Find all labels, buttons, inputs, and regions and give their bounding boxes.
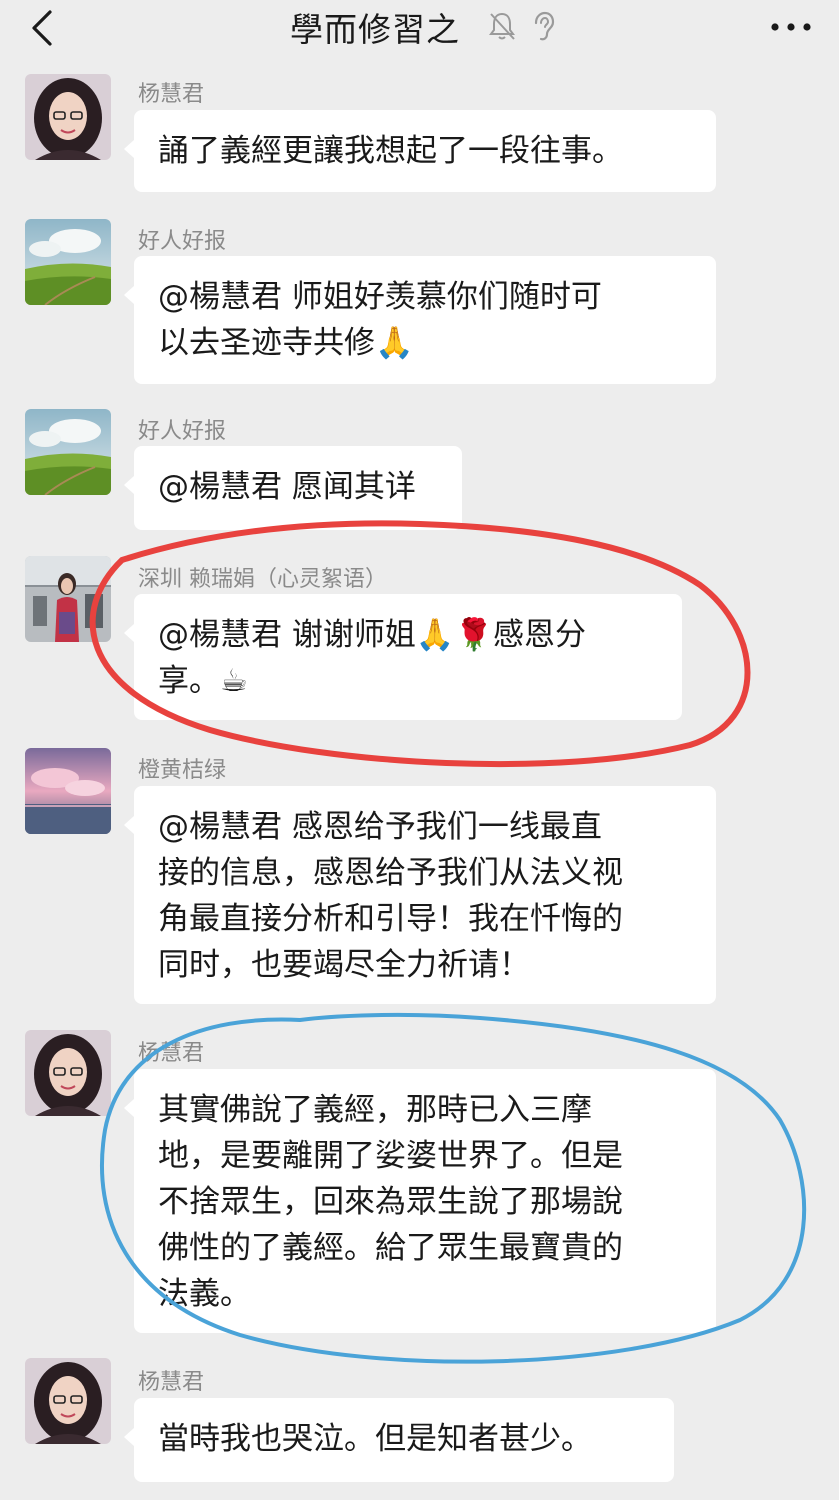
message-text: 其實佛說了義經，那時已入三摩 [158, 1092, 592, 1128]
sender-avatar[interactable] [25, 219, 111, 305]
ear-icon [528, 10, 558, 42]
sender-avatar[interactable] [25, 1358, 111, 1444]
sender-name: 深圳 赖瑞娟（心灵絮语） [138, 567, 387, 592]
sender-avatar[interactable] [25, 74, 111, 160]
message-text: @楊慧君 愿闻其详 [158, 469, 416, 505]
sender-name: 杨慧君 [138, 1370, 205, 1395]
bell-off-icon [487, 10, 517, 42]
more-options-button[interactable] [768, 14, 814, 40]
message-bubble[interactable]: @楊慧君 愿闻其详 [124, 446, 462, 530]
sender-name: 杨慧君 [138, 1041, 205, 1066]
woman-glasses-avatar [25, 74, 111, 160]
message-text: 誦了義經更讓我想起了一段往事。 [158, 133, 623, 169]
message-bubble[interactable]: @楊慧君 师姐好羡慕你们随时可 以去圣迹寺共修🙏 [124, 256, 716, 384]
sender-avatar[interactable] [25, 556, 111, 642]
sender-avatar[interactable] [25, 409, 111, 495]
message-text: 同时，也要竭尽全力祈请！ [158, 947, 530, 983]
message-bubble[interactable]: 其實佛說了義經，那時已入三摩 地，是要離開了娑婆世界了。但是 不捨眾生，回來為眾… [124, 1069, 716, 1333]
message-text: 以去圣迹寺共修🙏 [158, 325, 414, 361]
chevron-left-icon [32, 10, 52, 46]
woman-glasses-avatar [25, 1030, 111, 1116]
message-text: 享。☕ [158, 663, 248, 699]
message-text: 地，是要離開了娑婆世界了。但是 [158, 1138, 623, 1174]
sender-name: 橙黄桔绿 [138, 758, 227, 783]
message-text: 佛性的了義經。給了眾生最寶貴的 [158, 1230, 623, 1266]
message-bubble[interactable]: @楊慧君 谢谢师姐🙏🌹感恩分 享。☕ [124, 594, 682, 720]
chat-header: 學而修習之 [0, 0, 839, 56]
message-bubble[interactable]: 誦了義經更讓我想起了一段往事。 [124, 110, 716, 192]
message-text: @楊慧君 谢谢师姐🙏🌹感恩分 [158, 617, 587, 653]
sender-name: 好人好报 [138, 419, 227, 444]
landscape-avatar [25, 219, 111, 305]
message-text: 當時我也哭泣。但是知者甚少。 [158, 1421, 592, 1457]
message-bubble[interactable]: @楊慧君 感恩给予我们一线最直 接的信息，感恩给予我们从法义视 角最直接分析和引… [124, 786, 716, 1004]
message-text: 法義。 [158, 1276, 251, 1312]
sender-avatar[interactable] [25, 1030, 111, 1116]
airport-photo-avatar [25, 556, 111, 642]
chat-title: 學而修習之 [290, 10, 460, 49]
sender-avatar[interactable] [25, 748, 111, 834]
pink-sky-avatar [25, 748, 111, 834]
message-text: 角最直接分析和引导！我在忏悔的 [158, 901, 623, 937]
landscape-avatar [25, 409, 111, 495]
back-button[interactable] [22, 6, 62, 50]
message-text: 接的信息，感恩给予我们从法义视 [158, 855, 623, 891]
chat-title-wrap: 學而修習之 [290, 2, 460, 52]
sender-name: 好人好报 [138, 229, 227, 254]
message-text: 不捨眾生，回來為眾生說了那場說 [158, 1184, 623, 1220]
message-text: @楊慧君 师姐好羡慕你们随时可 [158, 279, 602, 315]
sender-name: 杨慧君 [138, 82, 205, 107]
message-bubble[interactable]: 當時我也哭泣。但是知者甚少。 [124, 1398, 674, 1482]
message-text: @楊慧君 感恩给予我们一线最直 [158, 809, 602, 845]
woman-glasses-avatar [25, 1358, 111, 1444]
more-dots-icon [771, 23, 811, 31]
